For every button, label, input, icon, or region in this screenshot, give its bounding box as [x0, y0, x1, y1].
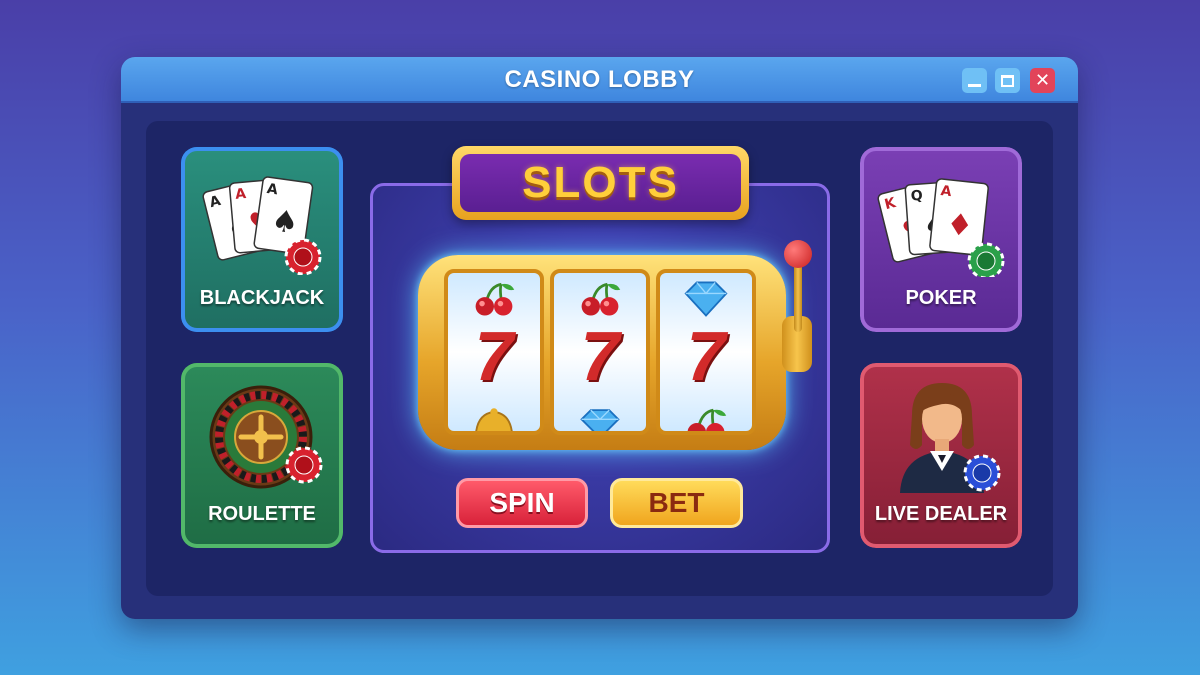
- poker-label: POKER: [905, 287, 977, 309]
- slot-machine: 7 7 7: [418, 255, 786, 450]
- svg-text:♠: ♠: [269, 203, 301, 241]
- svg-text:Q: Q: [910, 188, 923, 205]
- roulette-label: ROULETTE: [208, 503, 316, 525]
- slots-banner: SLOTS: [452, 146, 749, 220]
- poker-tile[interactable]: K ♥ Q ♠ A ♦ POKER: [860, 147, 1022, 332]
- slot-reel-1: 7: [444, 269, 544, 435]
- lever-knob[interactable]: [784, 240, 812, 268]
- dealer-avatar-icon: [900, 383, 1001, 493]
- blackjack-label: BLACKJACK: [199, 287, 325, 309]
- slot-reel-2: 7: [550, 269, 650, 435]
- bet-button[interactable]: BET: [610, 478, 743, 528]
- diamond-icon: [684, 281, 728, 317]
- svg-text:A: A: [940, 183, 953, 200]
- svg-text:A: A: [235, 186, 247, 203]
- roulette-tile[interactable]: ROULETTE: [181, 363, 343, 548]
- window-title: CASINO LOBBY: [504, 66, 695, 93]
- reel-symbol-seven: 7: [580, 317, 620, 395]
- slot-lever[interactable]: [794, 262, 802, 332]
- svg-text:♦: ♦: [944, 207, 974, 245]
- reel-symbol-seven: 7: [474, 317, 514, 395]
- title-bar[interactable]: CASINO LOBBY ✕: [121, 57, 1078, 103]
- diamond-icon: [580, 409, 620, 431]
- maximize-icon: [1001, 74, 1014, 87]
- cherries-icon: [475, 282, 515, 316]
- playing-cards-icon: A ♠ A ♥ A ♠: [202, 176, 322, 275]
- maximize-button[interactable]: [995, 68, 1020, 93]
- slots-banner-inner: SLOTS: [460, 154, 741, 212]
- bell-icon: [475, 408, 513, 431]
- blackjack-tile[interactable]: A ♠ A ♥ A ♠ BLACKJACK: [181, 147, 343, 332]
- slot-reel-3: 7: [656, 269, 756, 435]
- close-button[interactable]: ✕: [1030, 68, 1055, 93]
- close-icon: ✕: [1034, 69, 1051, 91]
- minimize-button[interactable]: [962, 68, 987, 93]
- roulette-wheel-icon: [209, 385, 323, 489]
- spin-button[interactable]: SPIN: [456, 478, 588, 528]
- playing-cards-icon: K ♥ Q ♠ A ♦: [877, 178, 1005, 277]
- live-dealer-label: LIVE DEALER: [874, 503, 1008, 525]
- cherries-icon: [687, 408, 727, 431]
- slots-title: SLOTS: [522, 158, 679, 207]
- minimize-icon: [968, 83, 981, 87]
- reel-symbol-seven: 7: [686, 317, 726, 395]
- live-dealer-tile[interactable]: LIVE DEALER: [860, 363, 1022, 548]
- cherries-icon: [581, 282, 621, 316]
